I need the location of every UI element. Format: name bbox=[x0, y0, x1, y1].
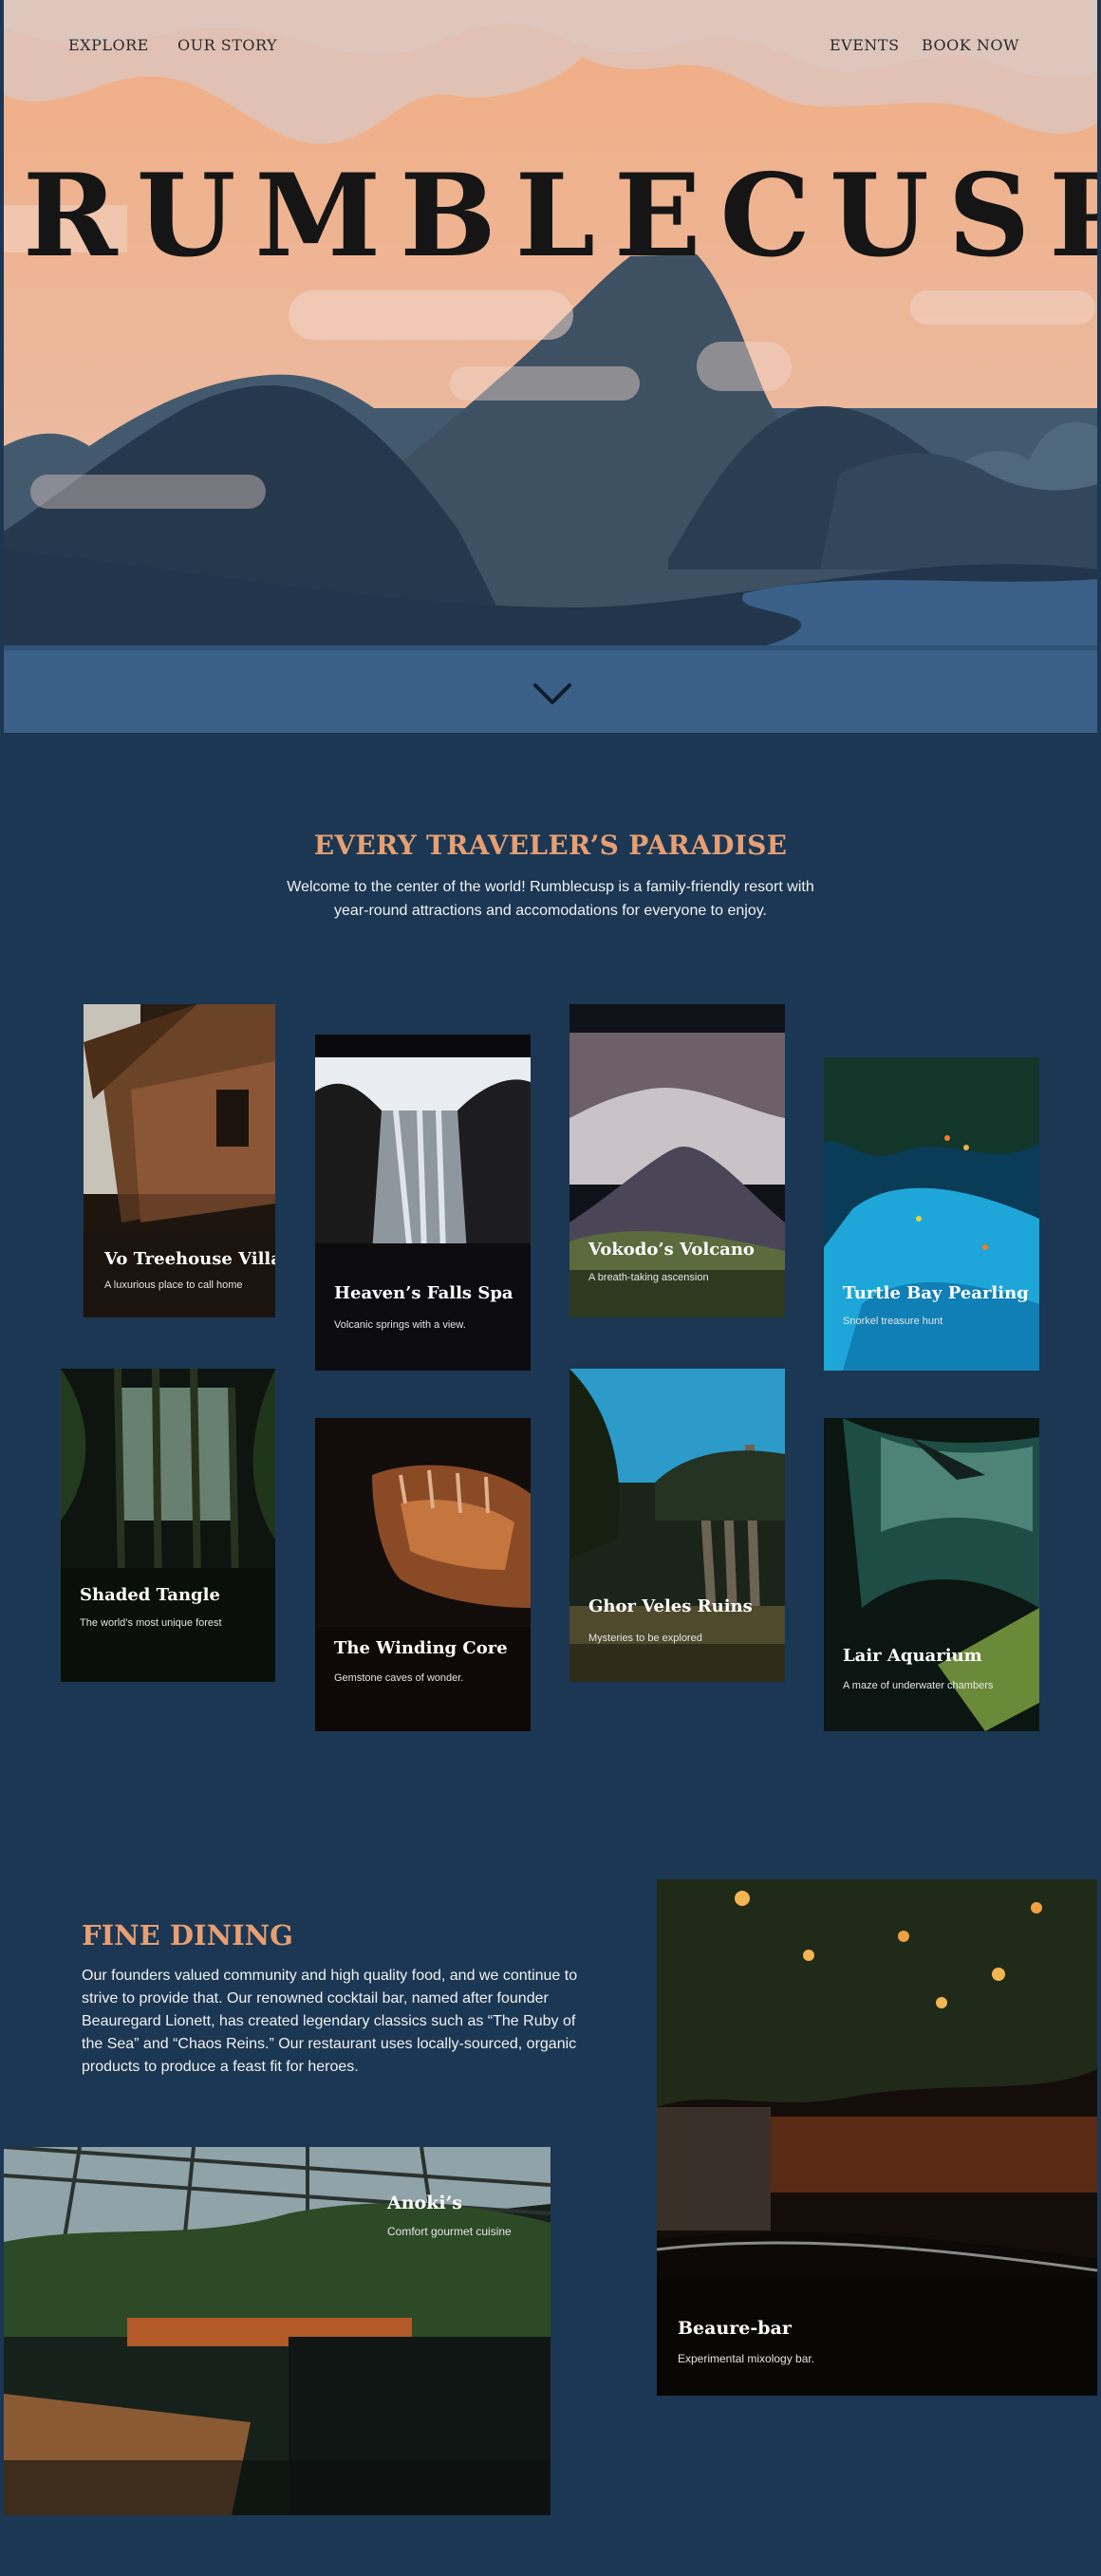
brand-title: RUMBLECUSP bbox=[23, 149, 1097, 283]
card-subtitle: The world’s most unique forest bbox=[80, 1617, 222, 1629]
dining-card-beaure-bar[interactable]: Beaure-bar Experimental mixology bar. bbox=[657, 1879, 1097, 2396]
card-title: The Winding Core bbox=[334, 1638, 508, 1658]
volcano-landscape-illustration bbox=[4, 0, 1097, 733]
forest-photo bbox=[61, 1369, 275, 1682]
card-subtitle: Mysteries to be explored bbox=[588, 1633, 702, 1644]
card-subtitle: Volcanic springs with a view. bbox=[334, 1319, 466, 1331]
section-intro: Welcome to the center of the world! Rumb… bbox=[287, 879, 814, 919]
dining-card-anokis[interactable]: Anoki’s Comfort gourmet cuisine bbox=[4, 2147, 550, 2515]
hero-banner: EXPLORE OUR STORY EVENTS BOOK NOW RUMBLE… bbox=[4, 0, 1097, 733]
attraction-card-lair-aquarium[interactable]: Lair Aquarium A maze of underwater chamb… bbox=[824, 1418, 1039, 1731]
attraction-card-treehouse[interactable]: Vo Treehouse Villas A luxurious place to… bbox=[84, 1004, 275, 1317]
treehouse-photo bbox=[84, 1004, 275, 1317]
card-title: Vo Treehouse Villas bbox=[104, 1249, 275, 1269]
dining-title: FINE DINING bbox=[82, 1919, 293, 1951]
attraction-card-turtle-bay[interactable]: Turtle Bay Pearling Snorkel treasure hun… bbox=[824, 1057, 1039, 1371]
card-subtitle: Snorkel treasure hunt bbox=[843, 1316, 943, 1327]
card-title: Heaven’s Falls Spa bbox=[334, 1283, 513, 1303]
restaurant-photo bbox=[4, 2147, 550, 2515]
cave-photo bbox=[315, 1418, 531, 1731]
attraction-card-volcano[interactable]: Vokodo’s Volcano A breath-taking ascensi… bbox=[569, 1004, 785, 1317]
card-subtitle: Comfort gourmet cuisine bbox=[387, 2225, 512, 2238]
attraction-card-falls-spa[interactable]: Heaven’s Falls Spa Volcanic springs with… bbox=[315, 1035, 531, 1371]
section-title: EVERY TRAVELER’S PARADISE bbox=[313, 830, 788, 861]
card-title: Shaded Tangle bbox=[80, 1585, 220, 1605]
card-subtitle: Gemstone caves of wonder. bbox=[334, 1672, 464, 1684]
dining-description: Our founders valued community and high q… bbox=[82, 1968, 578, 2075]
card-subtitle: A luxurious place to call home bbox=[104, 1279, 243, 1291]
card-subtitle: A breath-taking ascension bbox=[588, 1272, 709, 1283]
attraction-card-ghor-veles-ruins[interactable]: Ghor Veles Ruins Mysteries to be explore… bbox=[569, 1369, 785, 1682]
nav-explore[interactable]: EXPLORE bbox=[68, 36, 149, 54]
card-subtitle: A maze of underwater chambers bbox=[843, 1680, 994, 1691]
card-title: Lair Aquarium bbox=[843, 1646, 982, 1666]
attraction-card-winding-core[interactable]: The Winding Core Gemstone caves of wonde… bbox=[315, 1418, 531, 1731]
card-title: Turtle Bay Pearling bbox=[843, 1283, 1029, 1303]
card-title: Anoki’s bbox=[387, 2193, 462, 2213]
card-title: Ghor Veles Ruins bbox=[588, 1596, 753, 1616]
attraction-card-shaded-tangle[interactable]: Shaded Tangle The world’s most unique fo… bbox=[61, 1369, 275, 1682]
nav-events[interactable]: EVENTS bbox=[830, 36, 900, 54]
card-title: Beaure-bar bbox=[678, 2318, 792, 2339]
nav-our-story[interactable]: OUR STORY bbox=[177, 36, 277, 54]
chevron-down-icon[interactable] bbox=[532, 680, 573, 708]
card-subtitle: Experimental mixology bar. bbox=[678, 2352, 815, 2365]
card-title: Vokodo’s Volcano bbox=[588, 1240, 755, 1260]
volcano-photo bbox=[569, 1004, 785, 1317]
nav-book-now[interactable]: BOOK NOW bbox=[922, 36, 1019, 54]
